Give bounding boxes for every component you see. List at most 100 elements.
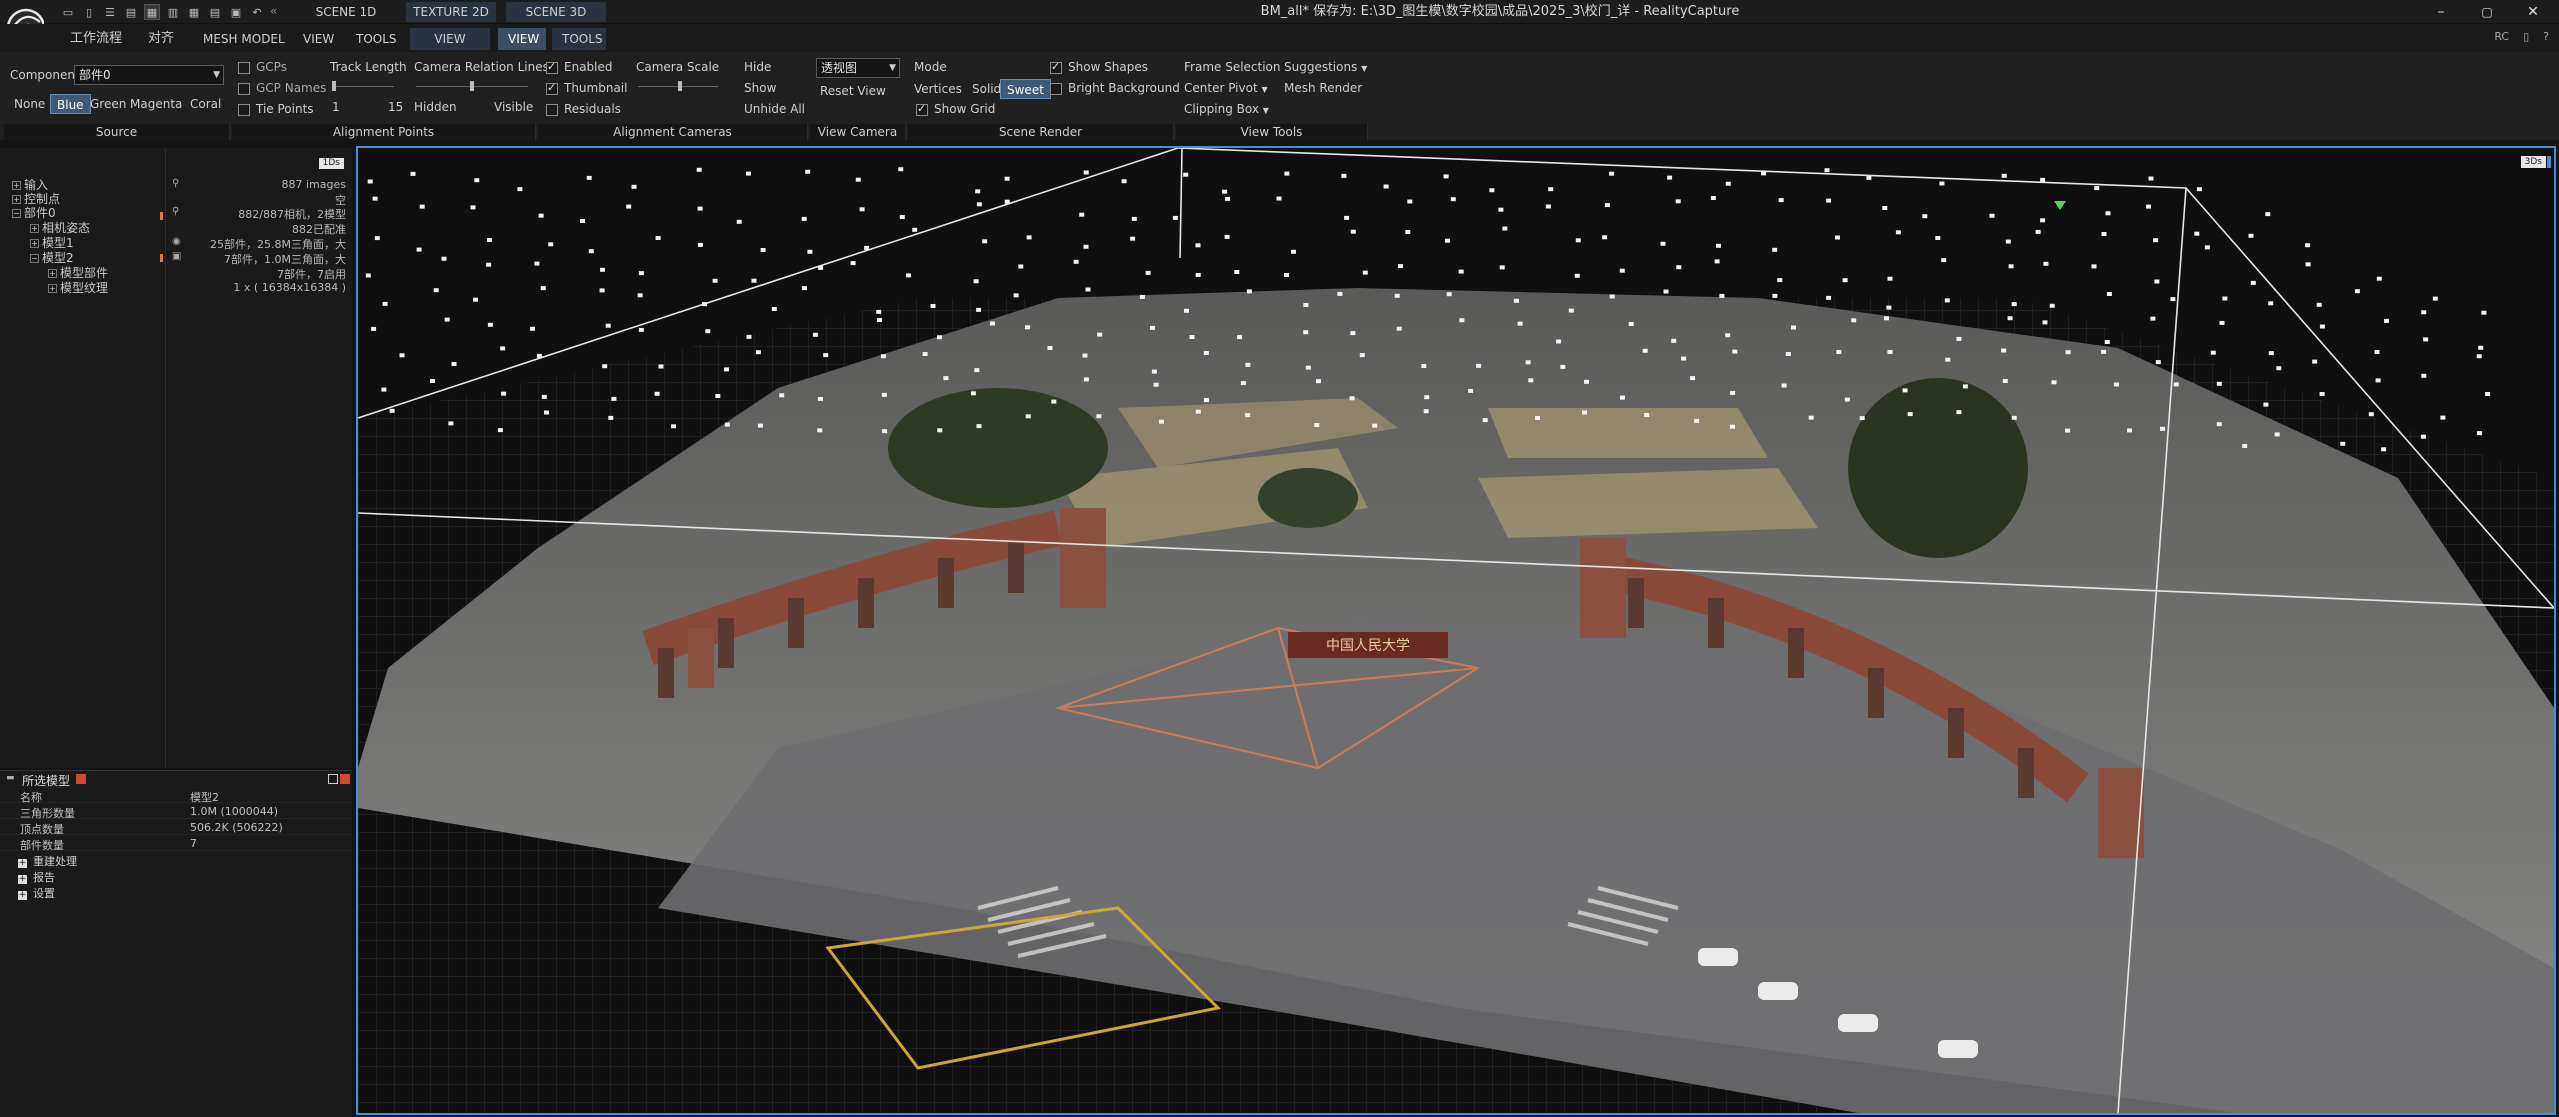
- camera-point: [1719, 293, 1725, 298]
- collapse-icon[interactable]: ▬: [6, 773, 15, 783]
- mode-vertices[interactable]: Vertices: [908, 79, 968, 99]
- show-grid-checkbox[interactable]: [916, 102, 928, 116]
- eye-icon[interactable]: ◉: [172, 236, 181, 247]
- tie-points-checkbox[interactable]: [238, 104, 250, 116]
- show-shapes-checkbox[interactable]: [1050, 60, 1062, 74]
- model-active-icon[interactable]: ▣: [172, 251, 181, 262]
- bright-background-label: Bright Background: [1068, 81, 1180, 95]
- group-source-label: Source: [4, 124, 230, 140]
- collapse-icon[interactable]: −: [30, 254, 39, 263]
- camera-point: [1245, 362, 1251, 367]
- tab-tools[interactable]: TOOLS: [346, 28, 407, 50]
- frame-selection-button[interactable]: Frame Selection: [1184, 60, 1281, 74]
- close-icon[interactable]: [76, 774, 86, 784]
- tab-scene-1d[interactable]: SCENE 1D: [300, 2, 392, 22]
- mode-sweet[interactable]: Sweet: [1000, 79, 1051, 99]
- section-report[interactable]: + 报告: [18, 869, 55, 885]
- bright-background-checkbox[interactable]: [1050, 83, 1062, 95]
- pin-icon[interactable]: ⚲: [172, 206, 179, 217]
- tab-scene-view[interactable]: VIEW: [498, 28, 546, 50]
- layout-4-icon[interactable]: ▤: [123, 4, 139, 20]
- section-reconstruction[interactable]: + 重建处理: [18, 853, 77, 869]
- tab-scene-tools[interactable]: TOOLS: [552, 28, 606, 50]
- undo-icon[interactable]: ↶: [249, 4, 265, 20]
- tab-mesh-model[interactable]: MESH MODEL: [193, 28, 295, 50]
- component-select[interactable]: 部件0 ▼: [74, 65, 224, 85]
- view-badge-3ds[interactable]: 3Ds: [2520, 156, 2552, 168]
- layout-2-icon[interactable]: ▯: [81, 4, 97, 20]
- tab-texture-2d[interactable]: TEXTURE 2D: [406, 2, 496, 22]
- expand-icon[interactable]: +: [18, 875, 27, 884]
- camera-point: [1459, 318, 1465, 323]
- track-max: 15: [388, 100, 404, 114]
- residuals-checkbox[interactable]: [546, 104, 558, 116]
- section-settings[interactable]: + 设置: [18, 885, 55, 901]
- gcp-names-checkbox[interactable]: [238, 83, 250, 95]
- layout-9-icon[interactable]: ▣: [228, 4, 244, 20]
- collapse-arrow[interactable]: «: [270, 4, 277, 18]
- camera-point: [2319, 392, 2325, 396]
- maximize-button[interactable]: ▢: [2464, 0, 2510, 24]
- tab-view[interactable]: VIEW: [293, 28, 344, 50]
- close-panel-icon[interactable]: [340, 774, 350, 784]
- prop-value[interactable]: 模型2: [190, 789, 219, 805]
- view-select[interactable]: 透视图 ▼: [816, 58, 900, 78]
- collapse-icon[interactable]: −: [12, 209, 21, 218]
- expand-icon[interactable]: +: [12, 181, 21, 190]
- pivot-marker-icon[interactable]: [2054, 201, 2066, 210]
- layout-3-icon[interactable]: ☰: [102, 4, 118, 20]
- camera-point: [1383, 184, 1389, 189]
- enabled-checkbox[interactable]: [546, 60, 558, 74]
- camera-point: [1184, 308, 1189, 313]
- thumbnail-checkbox[interactable]: [546, 81, 558, 95]
- camera-point: [487, 322, 493, 327]
- panel-icon[interactable]: ▯: [2523, 30, 2529, 43]
- scene-render[interactable]: 中国人民大学: [358, 148, 2554, 1113]
- layout-5-icon[interactable]: ▦: [144, 4, 160, 20]
- tab-alignment[interactable]: 对齐: [138, 28, 184, 50]
- camera-point: [1808, 415, 1814, 420]
- camera-relation-thumb[interactable]: [470, 81, 474, 91]
- tab-texture-view[interactable]: VIEW: [410, 28, 490, 50]
- residuals-label: Residuals: [564, 102, 621, 116]
- close-button[interactable]: ✕: [2510, 0, 2556, 24]
- camera-point: [430, 379, 435, 383]
- color-magenta[interactable]: Magenta: [124, 94, 188, 114]
- camera-point: [1025, 414, 1031, 419]
- scene-3d-viewport[interactable]: 中国人民大学 3Ds: [356, 146, 2556, 1115]
- color-none[interactable]: None: [8, 94, 51, 114]
- expand-icon[interactable]: +: [30, 224, 39, 233]
- reset-view-button[interactable]: Reset View: [820, 84, 886, 98]
- rc-label[interactable]: RC: [2494, 30, 2509, 43]
- camera-scale-thumb[interactable]: [678, 81, 682, 91]
- show-button[interactable]: Show: [744, 81, 776, 95]
- layout-7-icon[interactable]: ▦: [186, 4, 202, 20]
- view-badge-1ds[interactable]: 1Ds: [318, 158, 344, 169]
- mesh-render-button[interactable]: Mesh Render: [1284, 81, 1362, 95]
- expand-icon[interactable]: +: [48, 269, 57, 278]
- color-coral[interactable]: Coral: [184, 94, 227, 114]
- track-length-slider[interactable]: [332, 86, 394, 87]
- expand-icon[interactable]: +: [18, 859, 27, 868]
- minimize-button[interactable]: –: [2418, 0, 2464, 24]
- layout-8-icon[interactable]: ▤: [207, 4, 223, 20]
- center-pivot-dropdown[interactable]: Center Pivot ▼: [1184, 81, 1268, 95]
- pin-icon[interactable]: ⚲: [172, 178, 179, 189]
- clipping-box-dropdown[interactable]: Clipping Box ▼: [1184, 102, 1269, 116]
- gcps-checkbox[interactable]: [238, 62, 250, 74]
- expand-icon[interactable]: +: [18, 891, 27, 900]
- help-icon[interactable]: ?: [2543, 30, 2549, 43]
- tree-item-model-texture[interactable]: + 模型纹理: [48, 279, 108, 296]
- tab-workflow[interactable]: 工作流程: [60, 28, 132, 50]
- expand-icon[interactable]: +: [30, 239, 39, 248]
- dock-icon[interactable]: [328, 774, 338, 784]
- tab-scene-3d[interactable]: SCENE 3D: [506, 2, 606, 22]
- expand-icon[interactable]: +: [48, 284, 57, 293]
- expand-icon[interactable]: +: [12, 195, 21, 204]
- layout-1-icon[interactable]: ▭: [60, 4, 76, 20]
- suggestions-dropdown[interactable]: Suggestions ▼: [1284, 60, 1367, 74]
- unhide-all-button[interactable]: Unhide All: [744, 102, 805, 116]
- track-length-thumb[interactable]: [332, 81, 336, 91]
- layout-6-icon[interactable]: ▥: [165, 4, 181, 20]
- hide-button[interactable]: Hide: [744, 60, 771, 74]
